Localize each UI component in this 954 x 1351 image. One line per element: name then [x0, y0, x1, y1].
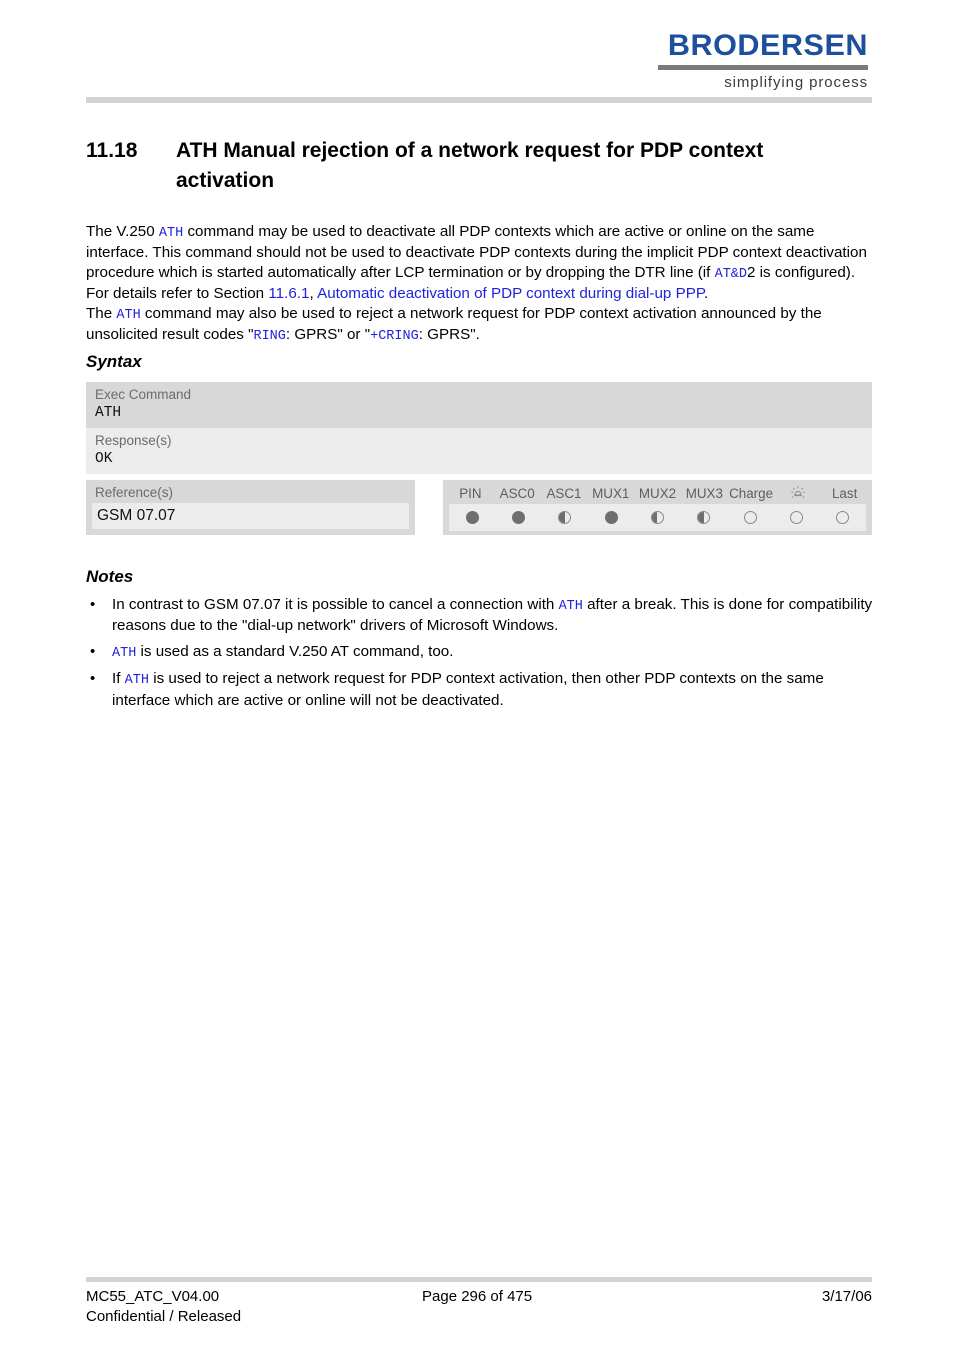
intro-text-1a: The V.250: [86, 223, 159, 240]
inline-code-ath-2: ATH: [116, 307, 141, 323]
status-column-header-asc1: ASC1: [546, 485, 582, 501]
status-dot-full: [511, 511, 525, 524]
intro-para-1: The V.250 ATH command may be used to dea…: [86, 223, 867, 302]
status-column-header-charge: Charge: [729, 485, 774, 501]
response-row: Response(s) OK: [86, 428, 872, 474]
inline-code-cring: +CRING: [370, 329, 419, 345]
page-footer: MC55_ATC_V04.00 Page 296 of 475 3/17/06 …: [86, 1287, 872, 1327]
syntax-table: Exec Command ATH Response(s) OK: [86, 382, 872, 474]
status-cell-asc1: [542, 511, 588, 524]
note-text-lead: In contrast to GSM 07.07 it is possible …: [112, 596, 559, 613]
bullet-icon: •: [90, 642, 96, 660]
status-cell-last: [820, 511, 866, 524]
section-title-text: ATH Manual rejection of a network reques…: [176, 139, 764, 192]
status-dot-full: [465, 511, 479, 524]
status-cell-charge: [727, 511, 773, 524]
status-table: PIN ASC0 ASC1 MUX1 MUX2 MUX3 Charge Last: [443, 480, 872, 535]
footer-date: 3/17/06: [821, 1288, 872, 1305]
status-header-row: PIN ASC0 ASC1 MUX1 MUX2 MUX3 Charge Last: [443, 480, 872, 504]
reference-label: Reference(s): [95, 485, 174, 500]
note-text-lead: If: [112, 670, 125, 688]
syntax-heading: Syntax: [86, 352, 142, 371]
reference-status-block: Reference(s) GSM 07.07 PIN ASC0 ASC1 MUX1 MU…: [86, 480, 872, 535]
intro-text-1e: .: [704, 285, 709, 303]
note-text-body: is used as a standard V.250 AT command, …: [136, 642, 454, 660]
notes-list: • In contrast to GSM 07.07 it is possible…: [86, 595, 874, 716]
inline-code-atd: AT&D: [714, 266, 748, 282]
status-cell-pin: [449, 511, 495, 524]
status-dot-full: [604, 511, 618, 524]
inline-code-ath: ATH: [124, 673, 149, 689]
intro-text-2d: : GPRS".: [418, 326, 480, 344]
status-dot-empty: [789, 511, 803, 524]
exec-command-row: Exec Command ATH: [86, 382, 872, 428]
note-item: • If ATH is used to reject a network requ…: [86, 669, 874, 710]
status-column-header-pin: PIN: [459, 485, 482, 501]
status-column-header-mux3: MUX3: [685, 485, 723, 501]
status-dot-empty: [743, 511, 757, 524]
status-dot-row: [449, 504, 866, 531]
status-column-header-last: Last: [831, 485, 858, 501]
status-cell-mux3: [681, 511, 727, 524]
inline-code-ath-1: ATH: [158, 226, 184, 241]
status-dot-empty: [836, 511, 850, 524]
response-value: OK: [95, 451, 113, 467]
logo-tagline: simplifying process: [724, 74, 868, 91]
reference-value: GSM 07.07: [92, 503, 409, 529]
note-item: • ATH is used as a standard V.250 AT comm…: [86, 642, 874, 663]
bullet-icon: •: [90, 596, 96, 613]
logo-wordmark: BRODERSEN: [667, 29, 868, 62]
bullet-icon: •: [90, 670, 96, 688]
footer-doc-id: MC55_ATC_V04.00: [86, 1288, 220, 1305]
intro-text-2a: The: [86, 304, 117, 322]
page-header: BRODERSEN simplifying process: [0, 0, 954, 103]
intro-text-1d: ,: [309, 285, 318, 303]
link-automatic-deactivation[interactable]: Automatic deactivation of PDP context du…: [317, 285, 704, 302]
status-cell-mux2: [634, 511, 680, 524]
wake-up-icon: [774, 485, 821, 502]
status-cell-wake-up: [773, 511, 819, 524]
footer-page-number: Page 296 of 475: [422, 1288, 533, 1305]
intro-para-2: The ATH command may also be used to reje…: [86, 304, 822, 345]
footer-classification: Confidential / Released: [86, 1308, 242, 1325]
brodersen-logo: BRODERSEN simplifying process: [658, 30, 868, 91]
intro-text-2c: : GPRS" or ": [285, 326, 371, 344]
header-divider: [86, 97, 872, 103]
footer-divider: [86, 1277, 872, 1282]
exec-command-value: ATH: [95, 405, 122, 421]
note-item: • In contrast to GSM 07.07 it is possible…: [86, 595, 874, 636]
page-title: 11.18 ATH Manual rejection of a network r…: [86, 136, 876, 196]
exec-command-label: Exec Command: [95, 387, 192, 402]
intro-paragraphs: The V.250 ATH command may be used to dea…: [86, 222, 874, 346]
logo-divider-bar: [658, 65, 868, 70]
reference-table: Reference(s) GSM 07.07: [86, 480, 415, 535]
status-column-header-mux1: MUX1: [592, 485, 630, 501]
notes-heading: Notes: [86, 567, 134, 586]
inline-code-ring: RING: [253, 329, 286, 345]
inline-code-ath: ATH: [112, 645, 137, 661]
note-text-body: is used to reject a network request for …: [112, 670, 824, 709]
response-label: Response(s): [95, 433, 172, 448]
status-column-header-asc0: ASC0: [499, 485, 535, 501]
footer-row-1: MC55_ATC_V04.00 Page 296 of 475 3/17/06: [86, 1287, 872, 1307]
inline-code-ath: ATH: [558, 599, 583, 614]
status-cell-mux1: [588, 511, 634, 524]
status-dot-half: [697, 511, 711, 524]
section-number: 11.18: [86, 139, 138, 162]
status-cell-asc0: [495, 511, 541, 524]
link-section-11-6-1[interactable]: 11.6.1: [268, 285, 309, 302]
status-dot-half: [558, 511, 572, 524]
footer-row-2: Confidential / Released: [86, 1307, 872, 1327]
status-column-header-mux2: MUX2: [638, 485, 677, 501]
document-page: BRODERSEN simplifying process 11.18 ATH M…: [0, 0, 954, 1351]
status-dot-half: [650, 511, 664, 524]
